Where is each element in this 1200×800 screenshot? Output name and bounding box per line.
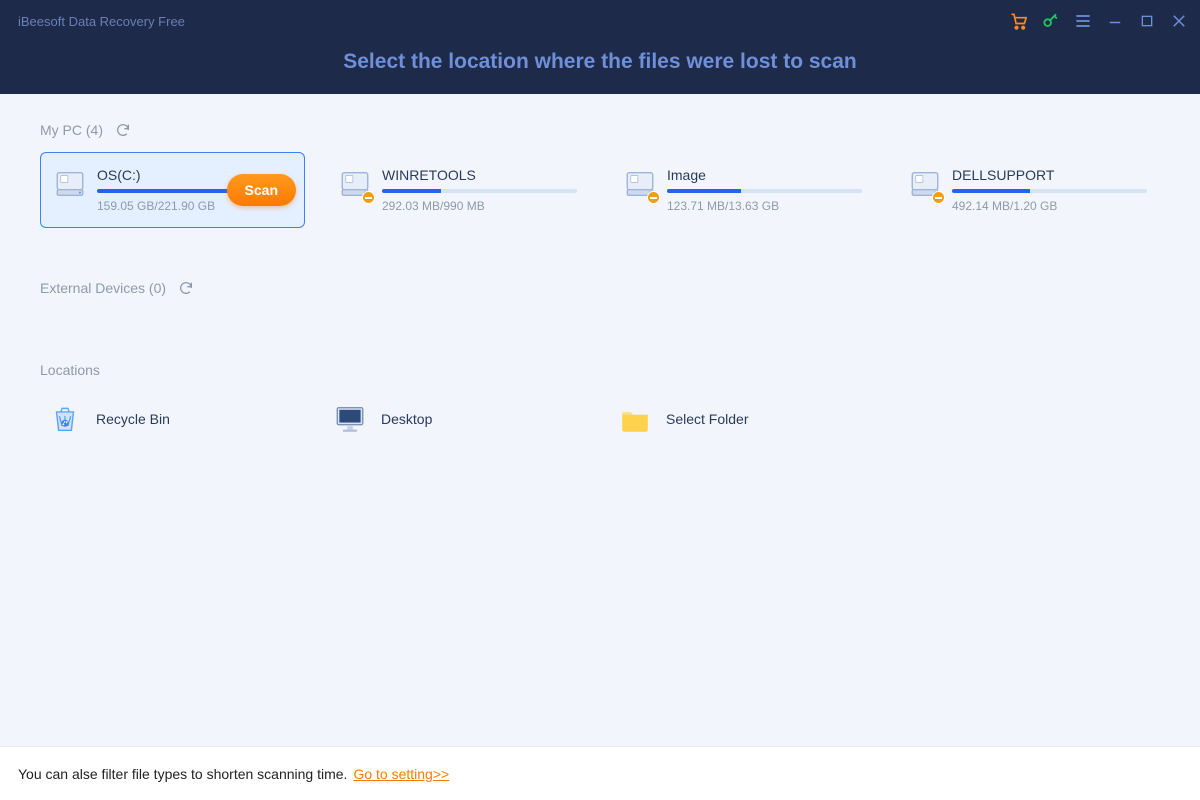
page-headline: Select the location where the files were…: [0, 50, 1200, 74]
recycle-icon: [48, 402, 82, 436]
window-controls: [1008, 10, 1190, 32]
location-item-recycle[interactable]: Recycle Bin: [40, 392, 305, 446]
drive-size: 492.14 MB/1.20 GB: [952, 199, 1147, 213]
refresh-icon[interactable]: [178, 280, 194, 296]
desktop-icon: [333, 402, 367, 436]
section-external-label: External Devices (0): [40, 280, 166, 296]
footer-text: You can alse filter file types to shorte…: [18, 766, 347, 782]
drive-name: WINRETOOLS: [382, 167, 577, 183]
app-title: iBeesoft Data Recovery Free: [18, 14, 185, 29]
drive-name: Image: [667, 167, 862, 183]
footer-settings-link[interactable]: Go to setting>>: [353, 766, 449, 782]
warn-badge-icon: [362, 191, 375, 204]
folder-icon: [618, 402, 652, 436]
key-icon[interactable]: [1040, 10, 1062, 32]
drive-usage-bar: [952, 189, 1147, 193]
drive-icon: [338, 167, 372, 201]
maximize-button[interactable]: [1136, 10, 1158, 32]
drive-size: 123.71 MB/13.63 GB: [667, 199, 862, 213]
drive-name: DELLSUPPORT: [952, 167, 1147, 183]
location-item-desktop[interactable]: Desktop: [325, 392, 590, 446]
section-locations-header: Locations: [40, 362, 1160, 378]
location-name: Select Folder: [666, 411, 748, 427]
drive-icon: [623, 167, 657, 201]
warn-badge-icon: [932, 191, 945, 204]
drive-item[interactable]: Image 123.71 MB/13.63 GB: [610, 152, 875, 228]
cart-icon[interactable]: [1008, 10, 1030, 32]
menu-icon[interactable]: [1072, 10, 1094, 32]
drive-item[interactable]: WINRETOOLS 292.03 MB/990 MB: [325, 152, 590, 228]
section-external-header: External Devices (0): [40, 280, 1160, 296]
location-item-folder[interactable]: Select Folder: [610, 392, 875, 446]
minimize-button[interactable]: [1104, 10, 1126, 32]
close-button[interactable]: [1168, 10, 1190, 32]
footer-bar: You can alse filter file types to shorte…: [0, 746, 1200, 800]
drive-size: 292.03 MB/990 MB: [382, 199, 577, 213]
warn-badge-icon: [647, 191, 660, 204]
scan-button[interactable]: Scan: [227, 174, 296, 206]
drive-icon: [908, 167, 942, 201]
section-mypc-label: My PC (4): [40, 122, 103, 138]
location-name: Recycle Bin: [96, 411, 170, 427]
section-locations-label: Locations: [40, 362, 100, 378]
titlebar: iBeesoft Data Recovery Free Sel: [0, 0, 1200, 94]
drive-icon: [53, 167, 87, 201]
section-mypc-header: My PC (4): [40, 122, 1160, 138]
drive-item[interactable]: DELLSUPPORT 492.14 MB/1.20 GB: [895, 152, 1160, 228]
location-name: Desktop: [381, 411, 432, 427]
drive-usage-bar: [667, 189, 862, 193]
main-area: My PC (4) OS(C:) 159.05 GB/221.90 GB Sca…: [0, 94, 1200, 446]
refresh-icon[interactable]: [115, 122, 131, 138]
drive-item[interactable]: OS(C:) 159.05 GB/221.90 GB Scan: [40, 152, 305, 228]
drive-usage-bar: [382, 189, 577, 193]
